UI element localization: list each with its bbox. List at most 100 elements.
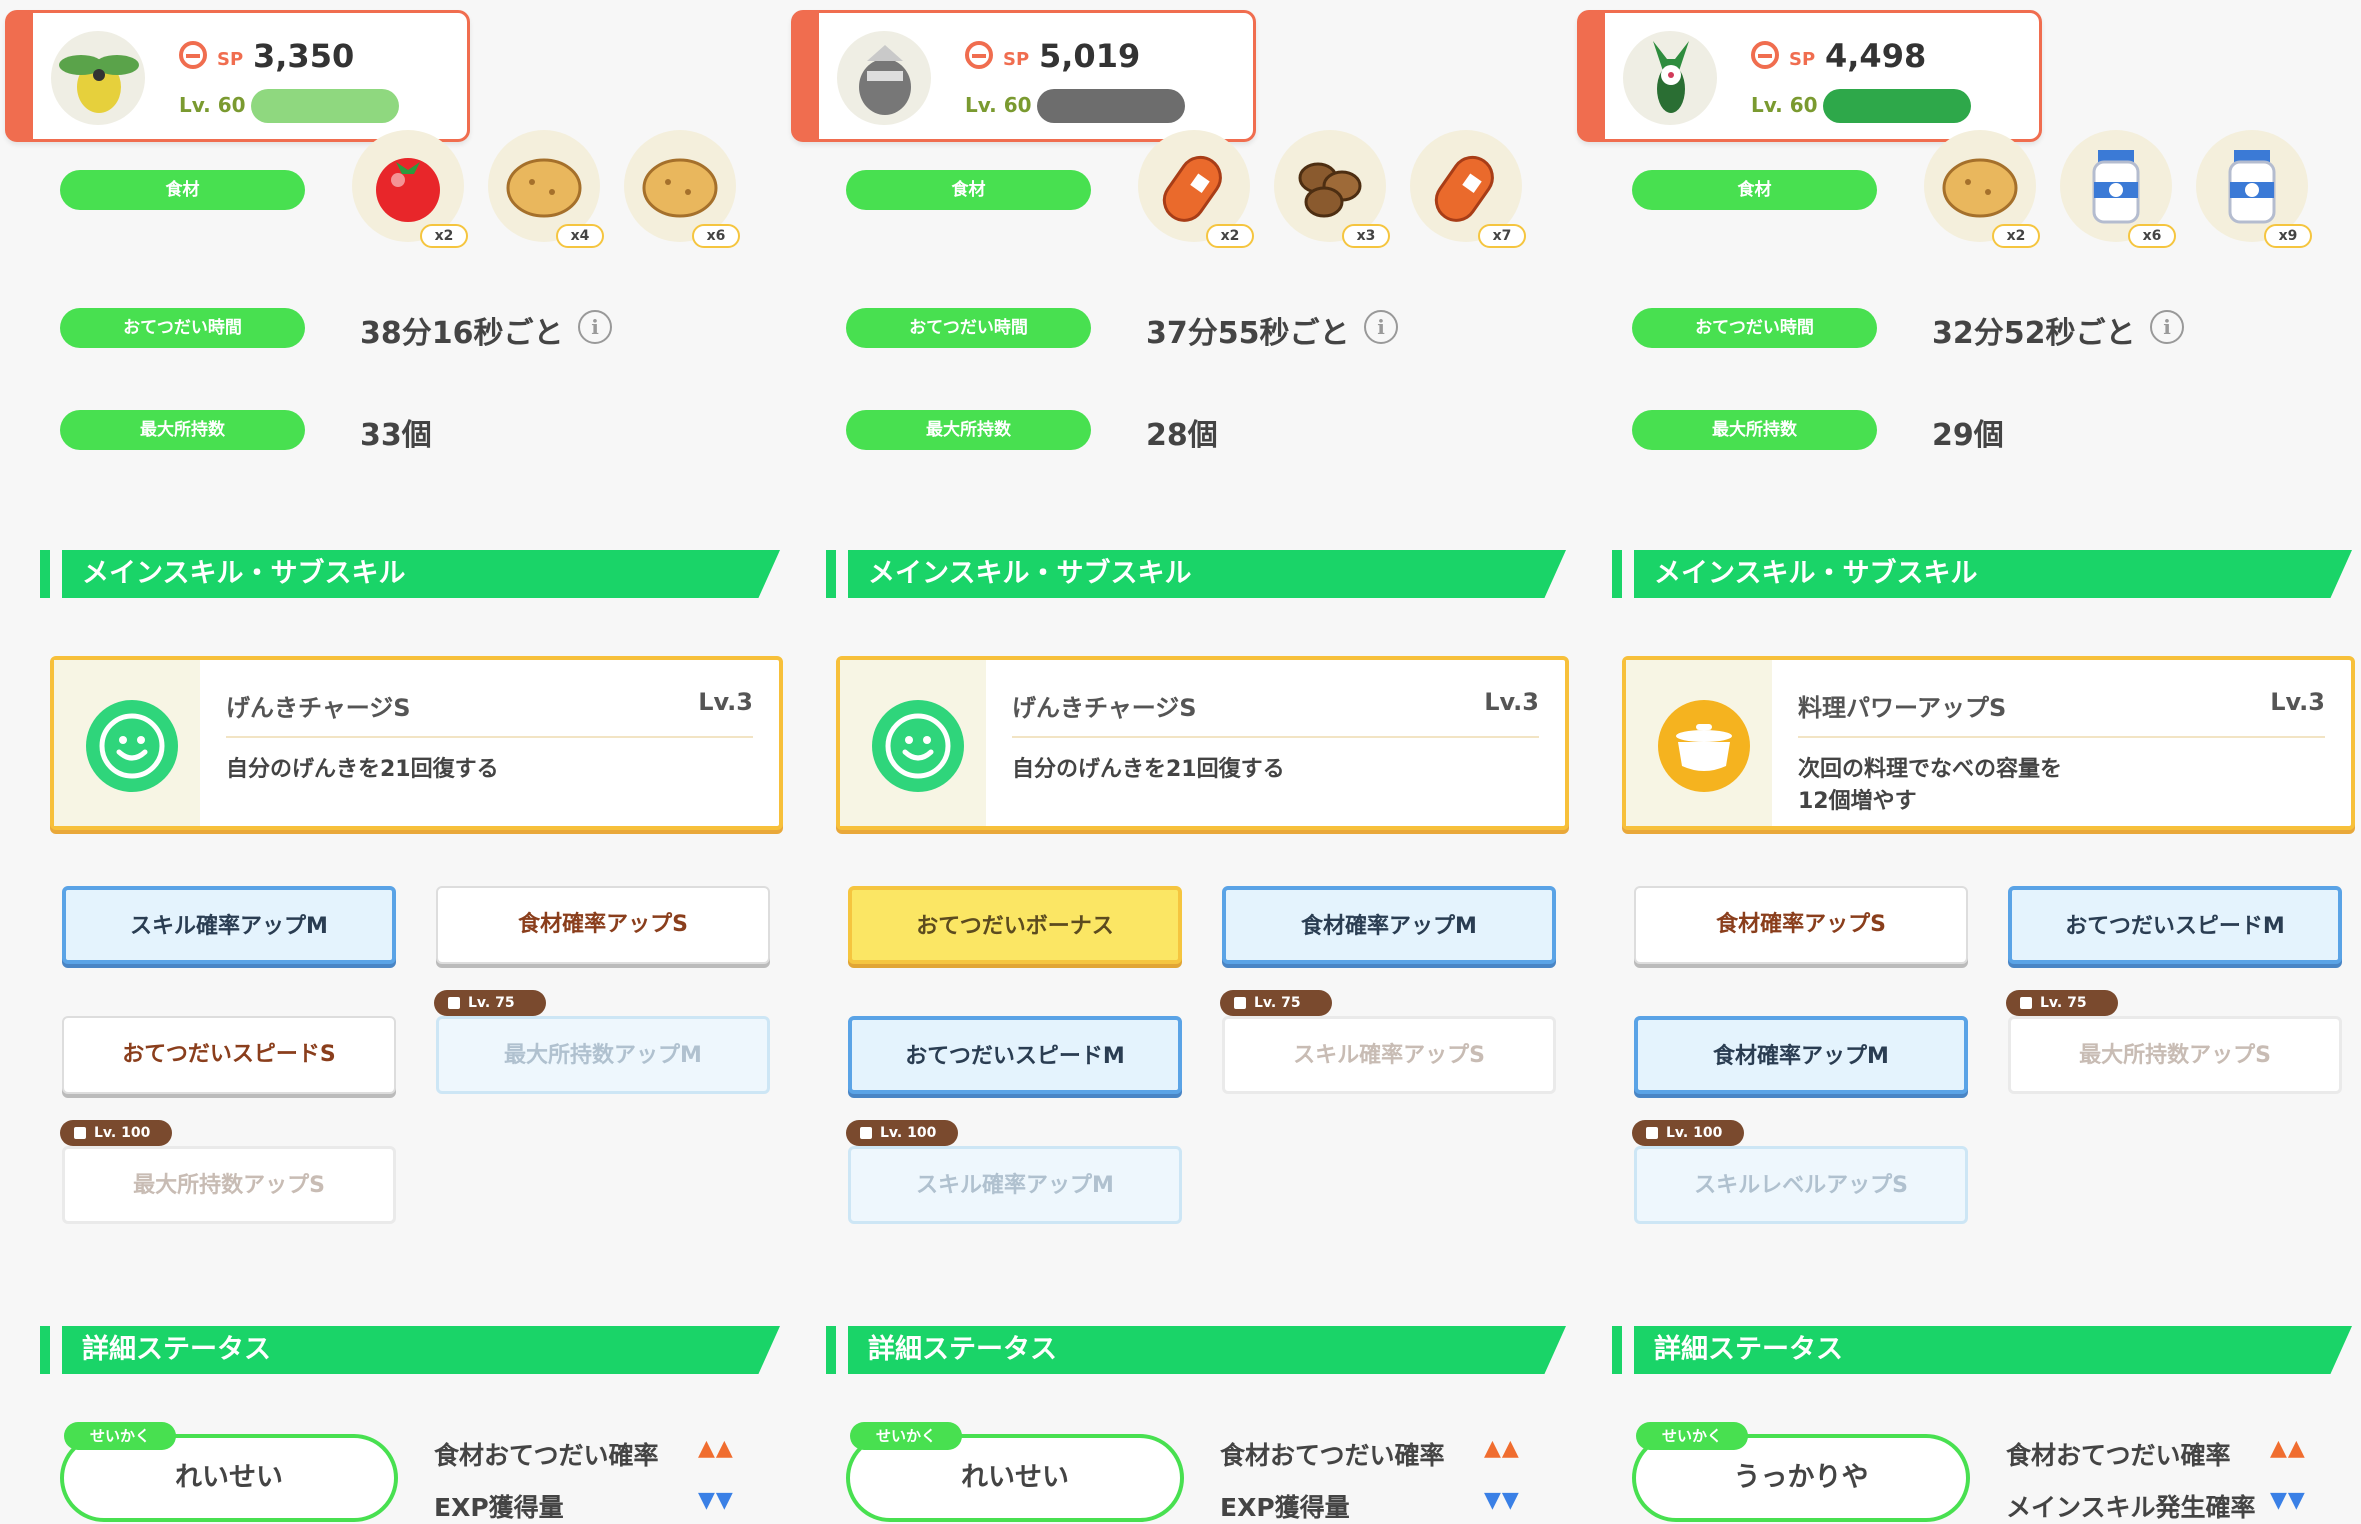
subskill-button[interactable]: 最大所持数アップS xyxy=(2008,1016,2342,1094)
main-skill-name: げんきチャージS xyxy=(226,694,411,722)
detail-section-header: 詳細ステータス xyxy=(826,1326,1566,1374)
ingredient-count-badge: x7 xyxy=(1478,224,1526,248)
stat-down-label: メインスキル発生確率 xyxy=(2006,1493,2256,1522)
ingredient-slot[interactable]: x3 xyxy=(1274,130,1390,248)
pokemon-panel: SP 3,350 Lv. 60 食材 おてつだい時間 最大所持数 x2 x4 x6 38分16秒ご… xyxy=(0,0,783,1522)
info-icon[interactable]: i xyxy=(1364,310,1398,344)
ingredient-count-badge: x2 xyxy=(420,224,468,248)
max-carry-pill: 最大所持数 xyxy=(60,410,305,450)
up-arrows-icon: ▲▲ xyxy=(698,1436,734,1461)
main-skill-level: Lv.3 xyxy=(698,688,753,716)
nature-badge[interactable]: れいせい せいかく xyxy=(846,1422,1184,1522)
lock-level-tag: Lv. 75 xyxy=(2006,990,2118,1016)
subskill-button[interactable]: 食材確率アップS xyxy=(1634,886,1968,964)
pokemon-panel: SP 4,498 Lv. 60 食材おてつだい時間 最大所持数 x2 x6 x9 32分52秒ご… xyxy=(1572,0,2355,1522)
nature-badge[interactable]: れいせい せいかく xyxy=(60,1422,398,1522)
help-time-value: 32分52秒ごと xyxy=(1932,316,2136,351)
stat-up-label: 食材おてつだい確率 xyxy=(1220,1441,1445,1470)
ingredient-slot[interactable]: x6 xyxy=(624,130,740,248)
ingredient-slot[interactable]: x2 xyxy=(352,130,468,248)
pot-icon xyxy=(1658,700,1750,792)
down-arrows-icon: ▼▼ xyxy=(698,1488,734,1513)
subskill-button[interactable]: おてつだいスピードM xyxy=(848,1016,1182,1094)
section-title: 詳細ステータス xyxy=(82,1334,271,1365)
subskill-button[interactable]: スキル確率アップM xyxy=(62,886,396,964)
detail-section-header: 詳細ステータス xyxy=(1612,1326,2352,1374)
ingredient-slot[interactable]: x2 xyxy=(1138,130,1254,248)
smile-icon xyxy=(86,700,178,792)
main-skill-description: 自分のげんきを21回復する xyxy=(226,757,499,782)
ingredient-slot[interactable]: x4 xyxy=(488,130,604,248)
subskill-button[interactable]: おてつだいスピードM xyxy=(2008,886,2342,964)
help-time-pill: おてつだい時間 xyxy=(1632,308,1877,348)
subskill-button[interactable]: おてつだいスピードS xyxy=(62,1016,396,1094)
skill-section-header: メインスキル・サブスキル xyxy=(40,550,780,598)
lock-level-tag: Lv. 75 xyxy=(434,990,546,1016)
max-carry-value: 29個 xyxy=(1932,418,2004,453)
level-label: Lv. 60 xyxy=(179,93,246,117)
info-icon[interactable]: i xyxy=(578,310,612,344)
subskill-button[interactable]: スキル確率アップM xyxy=(848,1146,1182,1224)
stat-down-label: EXP獲得量 xyxy=(434,1493,564,1522)
section-title: メインスキル・サブスキル xyxy=(82,558,406,589)
ingredient-slot[interactable]: x2 xyxy=(1924,130,2040,248)
max-carry-value: 28個 xyxy=(1146,418,1218,453)
pokemon-avatar xyxy=(51,31,145,125)
subskill-button[interactable]: スキルレベルアップS xyxy=(1634,1146,1968,1224)
subskill-button[interactable]: 食材確率アップM xyxy=(1634,1016,1968,1094)
ingredient-slot[interactable]: x7 xyxy=(1410,130,1526,248)
nature-value: れいせい xyxy=(175,1462,283,1493)
info-icon[interactable]: i xyxy=(2150,310,2184,344)
up-arrows-icon: ▲▲ xyxy=(2270,1436,2306,1461)
stat-up-label: 食材おてつだい確率 xyxy=(434,1441,659,1470)
nickname-redacted-bar xyxy=(1037,89,1185,123)
sp-value: 5,019 xyxy=(1039,37,1141,75)
level-label: Lv. 60 xyxy=(1751,93,1818,117)
ingredient-count-badge: x9 xyxy=(2264,224,2312,248)
ingredients-pill: 食材 xyxy=(1632,170,1877,210)
main-skill-level: Lv.3 xyxy=(2270,688,2325,716)
up-arrows-icon: ▲▲ xyxy=(1484,1436,1520,1461)
main-skill-card[interactable]: げんきチャージS Lv.3 自分のげんきを21回復する xyxy=(836,656,1569,830)
help-time-pill: おてつだい時間 xyxy=(60,308,305,348)
subskill-button[interactable]: 食材確率アップM xyxy=(1222,886,1556,964)
detail-section-header: 詳細ステータス xyxy=(40,1326,780,1374)
stat-up-label: 食材おてつだい確率 xyxy=(2006,1441,2231,1470)
pokeball-icon xyxy=(179,41,207,69)
help-time-value: 38分16秒ごと xyxy=(360,316,564,351)
pokemon-panel: SP 5,019 Lv. 60 食材 おてつだい時間 最大所持数 x2 x3 x7 37分55秒ご… xyxy=(786,0,1569,1522)
subskill-button[interactable]: 最大所持数アップS xyxy=(62,1146,396,1224)
ingredient-slot[interactable]: x6 xyxy=(2060,130,2176,248)
subskill-button[interactable]: おてつだいボーナス xyxy=(848,886,1182,964)
pokemon-summary-card[interactable]: SP 4,498 Lv. 60 xyxy=(1577,10,2042,142)
level-label: Lv. 60 xyxy=(965,93,1032,117)
pokemon-summary-card[interactable]: SP 5,019 Lv. 60 xyxy=(791,10,1256,142)
nature-badge[interactable]: うっかりや せいかく xyxy=(1632,1422,1970,1522)
ingredient-slot[interactable]: x9 xyxy=(2196,130,2312,248)
help-time-pill: おてつだい時間 xyxy=(846,308,1091,348)
subskill-button[interactable]: 最大所持数アップM xyxy=(436,1016,770,1094)
nature-tag: せいかく xyxy=(850,1422,962,1450)
help-time-value: 37分55秒ごと xyxy=(1146,316,1350,351)
down-arrows-icon: ▼▼ xyxy=(2270,1488,2306,1513)
ingredient-count-badge: x3 xyxy=(1342,224,1390,248)
main-skill-card[interactable]: げんきチャージS Lv.3 自分のげんきを21回復する xyxy=(50,656,783,830)
ingredients-pill: 食材 xyxy=(846,170,1091,210)
down-arrows-icon: ▼▼ xyxy=(1484,1488,1520,1513)
max-carry-pill: 最大所持数 xyxy=(846,410,1091,450)
smile-icon xyxy=(872,700,964,792)
ingredient-count-badge: x4 xyxy=(556,224,604,248)
max-carry-pill: 最大所持数 xyxy=(1632,410,1877,450)
main-skill-description: 自分のげんきを21回復する xyxy=(1012,757,1285,782)
pokeball-icon xyxy=(1751,41,1779,69)
skill-section-header: メインスキル・サブスキル xyxy=(1612,550,2352,598)
sp-label: SP xyxy=(217,49,244,70)
main-skill-description: 次回の料理でなべの容量を 12個増やす xyxy=(1798,757,2063,814)
pokemon-avatar xyxy=(1623,31,1717,125)
main-skill-card[interactable]: 料理パワーアップS Lv.3 次回の料理でなべの容量を 12個増やす xyxy=(1622,656,2355,830)
lock-level-tag: Lv. 100 xyxy=(846,1120,958,1146)
subskill-button[interactable]: スキル確率アップS xyxy=(1222,1016,1556,1094)
subskill-button[interactable]: 食材確率アップS xyxy=(436,886,770,964)
pokemon-summary-card[interactable]: SP 3,350 Lv. 60 xyxy=(5,10,470,142)
ingredient-count-badge: x2 xyxy=(1992,224,2040,248)
